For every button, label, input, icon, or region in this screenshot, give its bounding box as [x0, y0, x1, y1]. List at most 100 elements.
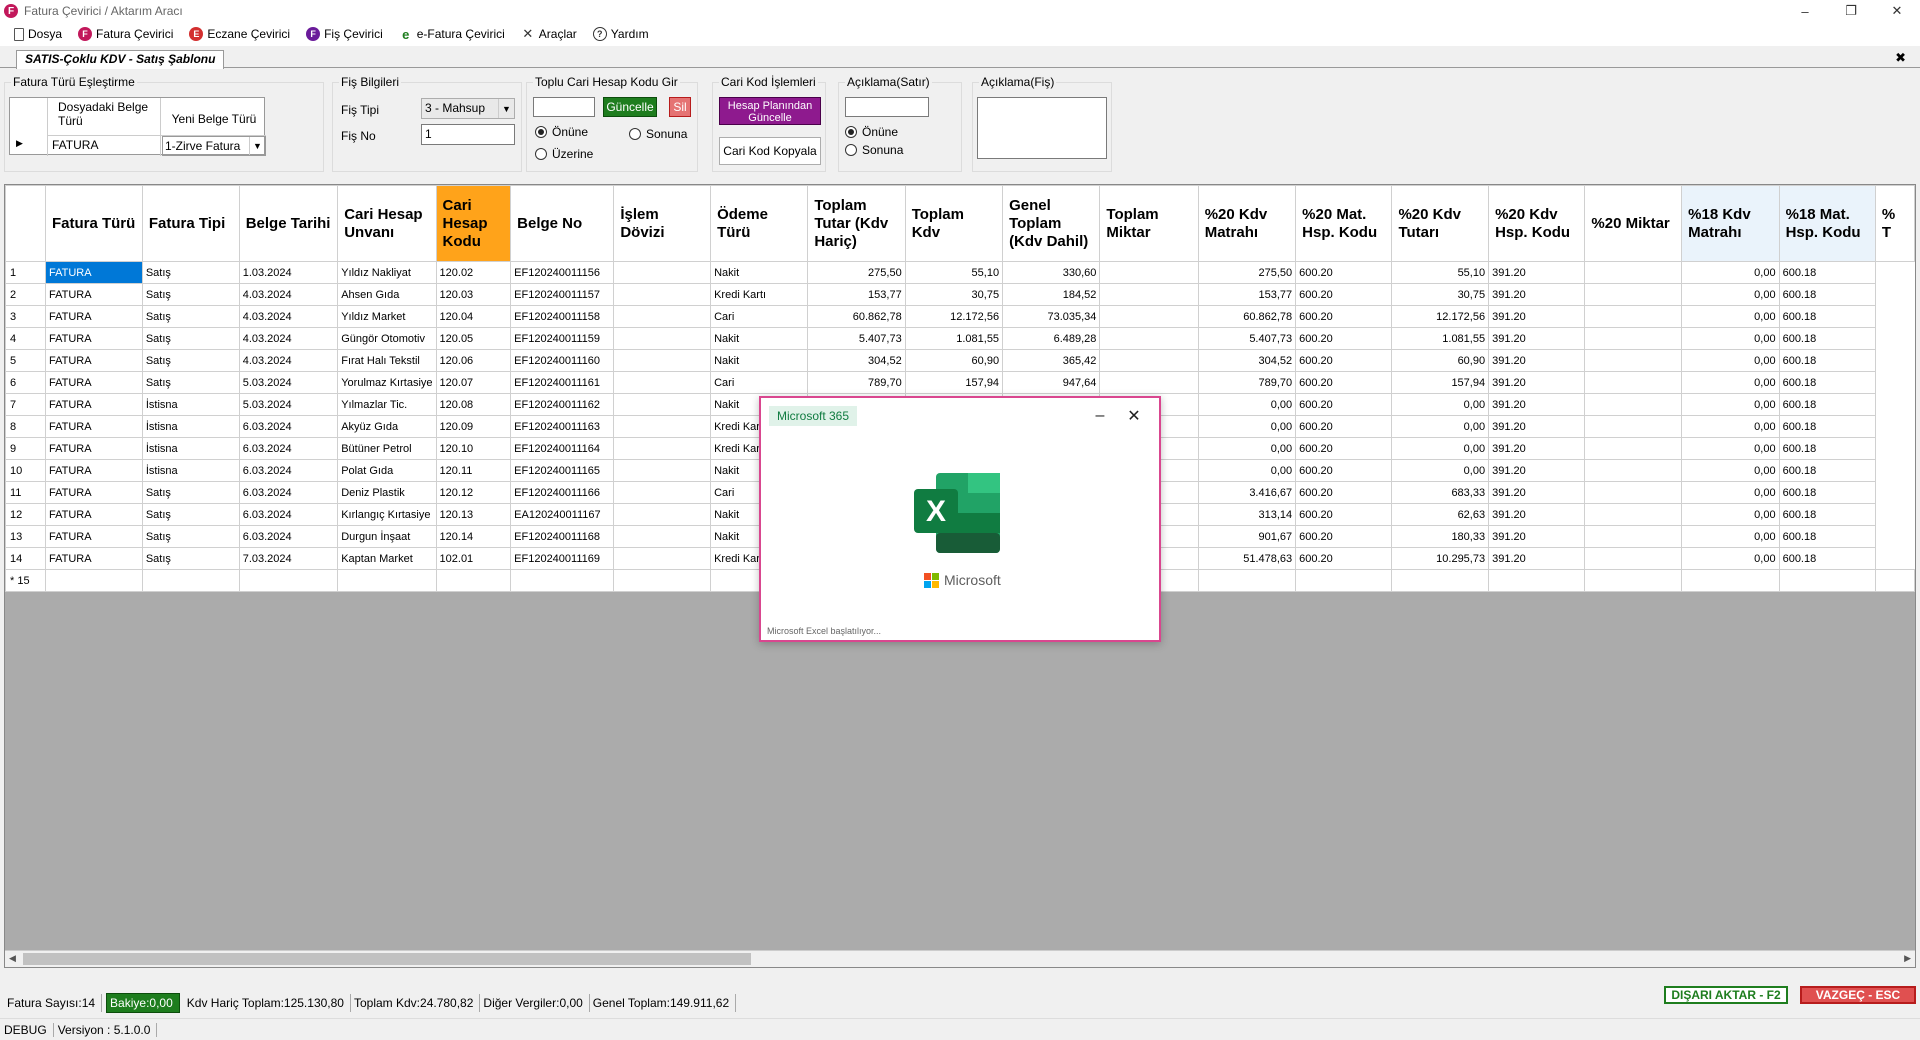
table-cell[interactable] — [1197, 569, 1297, 592]
table-cell[interactable]: 275,50 — [807, 261, 906, 284]
table-cell[interactable]: 0,00 — [1391, 459, 1490, 482]
table-cell[interactable] — [613, 437, 712, 460]
table-cell[interactable]: 0,00 — [1681, 305, 1780, 328]
table-cell[interactable]: 12.172,56 — [904, 305, 1004, 328]
table-cell[interactable]: 6.03.2024 — [238, 415, 339, 438]
table-cell[interactable]: FATURA — [44, 349, 143, 372]
table-cell[interactable] — [1488, 569, 1586, 592]
scroll-left-icon[interactable]: ◀ — [9, 953, 16, 964]
table-cell[interactable]: 0,00 — [1681, 481, 1780, 504]
table-cell[interactable]: 0,00 — [1391, 415, 1490, 438]
table-cell[interactable]: 120.06 — [435, 349, 512, 372]
table-cell[interactable]: 4.03.2024 — [238, 327, 339, 350]
table-cell[interactable]: Satış — [141, 371, 240, 394]
menu-fatura-cevirici[interactable]: F Fatura Çevirici — [78, 27, 173, 41]
table-cell[interactable]: EF120240011161 — [510, 371, 615, 394]
col-header[interactable]: Toplam Miktar — [1099, 185, 1199, 262]
table-cell[interactable]: 600.20 — [1295, 349, 1393, 372]
table-cell[interactable]: EF120240011157 — [510, 283, 615, 306]
menu-fis-cevirici[interactable]: F Fiş Çevirici — [306, 27, 383, 41]
menu-eczane-cevirici[interactable]: E Eczane Çevirici — [189, 27, 290, 41]
table-cell[interactable]: EF120240011158 — [510, 305, 615, 328]
table-cell[interactable] — [1584, 503, 1683, 526]
table-cell[interactable] — [1391, 569, 1490, 592]
table-cell[interactable]: 120.08 — [435, 393, 512, 416]
table-cell[interactable]: FATURA — [44, 393, 143, 416]
table-cell[interactable]: Satış — [141, 525, 240, 548]
table-cell[interactable]: 55,10 — [904, 261, 1004, 284]
table-cell[interactable]: İstisna — [141, 393, 240, 416]
table-cell[interactable]: 6.03.2024 — [238, 459, 339, 482]
table-cell[interactable]: 120.07 — [435, 371, 512, 394]
table-cell[interactable]: 6.489,28 — [1002, 327, 1101, 350]
col-header[interactable]: Belge Tarihi — [238, 185, 339, 262]
menu-araclar[interactable]: ✕ Araçlar — [521, 26, 576, 41]
table-cell[interactable]: 391.20 — [1488, 283, 1586, 306]
table-cell[interactable]: Ahsen Gıda — [337, 283, 437, 306]
table-cell[interactable]: 600.20 — [1295, 327, 1393, 350]
table-cell[interactable] — [1099, 327, 1199, 350]
table-cell[interactable]: 6.03.2024 — [238, 481, 339, 504]
table-cell[interactable]: 0,00 — [1197, 393, 1297, 416]
col-header[interactable]: %20 Kdv Tutarı — [1391, 185, 1490, 262]
table-cell[interactable] — [613, 525, 712, 548]
table-cell[interactable]: 600.20 — [1295, 481, 1393, 504]
guncelle-button[interactable]: Güncelle — [603, 97, 657, 117]
table-cell[interactable]: 600.18 — [1778, 327, 1876, 350]
table-cell[interactable]: 120.05 — [435, 327, 512, 350]
table-cell[interactable]: FATURA — [44, 305, 143, 328]
table-cell[interactable]: 5.03.2024 — [238, 371, 339, 394]
table-cell[interactable]: 62,63 — [1391, 503, 1490, 526]
table-cell[interactable]: 0,00 — [1681, 327, 1780, 350]
row-number[interactable]: 12 — [5, 503, 46, 526]
radio-onune[interactable]: Önüne — [535, 125, 588, 139]
table-cell[interactable]: EF120240011169 — [510, 547, 615, 570]
table-cell[interactable]: FATURA — [44, 261, 143, 284]
table-cell[interactable] — [1778, 569, 1876, 592]
table-cell[interactable]: 120.04 — [435, 305, 512, 328]
table-cell[interactable]: 0,00 — [1681, 459, 1780, 482]
table-cell[interactable]: 391.20 — [1488, 415, 1586, 438]
table-cell[interactable] — [613, 349, 712, 372]
table-cell[interactable]: 157,94 — [904, 371, 1004, 394]
table-cell[interactable]: 0,00 — [1197, 459, 1297, 482]
table-cell[interactable]: EF120240011166 — [510, 481, 615, 504]
table-cell[interactable]: 683,33 — [1391, 481, 1490, 504]
table-cell[interactable]: 600.18 — [1778, 371, 1876, 394]
table-cell[interactable]: 391.20 — [1488, 525, 1586, 548]
table-cell[interactable]: 120.10 — [435, 437, 512, 460]
scroll-right-icon[interactable]: ▶ — [1904, 953, 1911, 964]
col-header[interactable]: %18 Mat. Hsp. Kodu — [1778, 185, 1876, 262]
scrollbar-thumb[interactable] — [23, 953, 751, 965]
table-cell[interactable]: 600.20 — [1295, 305, 1393, 328]
table-cell[interactable]: 391.20 — [1488, 481, 1586, 504]
table-cell[interactable]: Nakit — [710, 327, 809, 350]
table-cell[interactable] — [435, 569, 512, 592]
row-number[interactable]: 1 — [5, 261, 46, 284]
table-cell[interactable]: Yorulmaz Kırtasiye — [337, 371, 437, 394]
chevron-down-icon[interactable]: ▼ — [498, 99, 514, 118]
toplu-cari-input[interactable] — [533, 97, 595, 117]
table-cell[interactable]: 4.03.2024 — [238, 349, 339, 372]
table-cell[interactable]: 0,00 — [1681, 261, 1780, 284]
aciklama-satir-input[interactable] — [845, 97, 929, 117]
sil-button[interactable]: Sil — [669, 97, 691, 117]
table-cell[interactable]: Durgun İnşaat — [337, 525, 437, 548]
table-cell[interactable]: FATURA — [44, 437, 143, 460]
table-cell[interactable]: 60.862,78 — [1197, 305, 1297, 328]
col-header[interactable]: Fatura Tipi — [141, 185, 240, 262]
table-cell[interactable] — [613, 305, 712, 328]
row-number[interactable]: 14 — [5, 547, 46, 570]
table-cell[interactable]: EF120240011165 — [510, 459, 615, 482]
table-cell[interactable]: 391.20 — [1488, 261, 1586, 284]
tab-close-icon[interactable]: ✖ — [1895, 50, 1906, 66]
table-cell[interactable] — [510, 569, 615, 592]
table-cell[interactable]: İstisna — [141, 415, 240, 438]
table-cell[interactable]: 60.862,78 — [807, 305, 906, 328]
row-number[interactable]: 9 — [5, 437, 46, 460]
table-cell[interactable] — [613, 459, 712, 482]
table-cell[interactable] — [613, 503, 712, 526]
table-cell[interactable] — [1099, 261, 1199, 284]
table-cell[interactable]: Bütüner Petrol — [337, 437, 437, 460]
table-cell[interactable]: 55,10 — [1391, 261, 1490, 284]
